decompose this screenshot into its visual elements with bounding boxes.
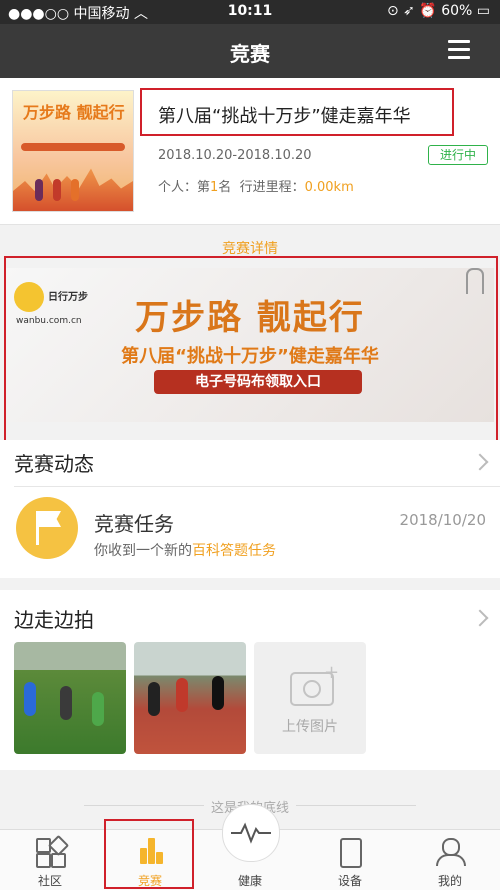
- person-figure: [92, 692, 104, 726]
- task-title[interactable]: 竞赛任务: [94, 508, 174, 537]
- event-stats: 个人：第1名 行进里程：0.00km: [158, 176, 354, 195]
- rank-suffix: 名: [218, 180, 232, 195]
- runner-figure: [35, 179, 43, 201]
- page-title: 竞赛: [230, 42, 270, 66]
- tab-label: 我的: [437, 874, 462, 888]
- person-figure: [212, 676, 224, 710]
- person-figure: [24, 682, 36, 716]
- person-figure: [176, 678, 188, 712]
- plus-icon: +: [324, 662, 340, 683]
- battery-percent: 60%: [441, 3, 473, 19]
- task-desc-link[interactable]: 百科答题任务: [192, 543, 276, 559]
- rank-label: 个人：第: [158, 180, 211, 195]
- event-dates: 2018.10.20-2018.10.20: [158, 148, 312, 163]
- tab-device[interactable]: 设备: [300, 830, 400, 890]
- thumb-title: 万步路 靓起行: [23, 103, 125, 122]
- device-icon: [340, 838, 362, 868]
- heartbeat-icon: [231, 822, 271, 844]
- task-date: 2018/10/20: [399, 511, 486, 529]
- distance-label: 行进里程：: [239, 180, 305, 195]
- highlight-box-tab: [104, 819, 194, 889]
- tab-label: 设备: [337, 874, 362, 888]
- highlight-box-title: [140, 88, 454, 136]
- photo-thumbnail[interactable]: [134, 642, 246, 754]
- user-icon-body: [436, 854, 466, 866]
- community-icon: [36, 834, 70, 868]
- event-thumbnail[interactable]: 万步路 靓起行: [12, 90, 134, 212]
- task-desc-prefix: 你收到一个新的: [94, 543, 192, 559]
- tab-label: 社区: [37, 874, 62, 888]
- status-badge: 进行中: [428, 145, 488, 165]
- tab-me[interactable]: 我的: [400, 830, 500, 890]
- battery-label: ⊙ ➶ ⏰ 60% ▭: [386, 3, 490, 19]
- health-pulse-button[interactable]: [222, 804, 280, 862]
- upload-photo-button[interactable]: + 上传图片: [254, 642, 366, 754]
- runner-figure: [71, 179, 79, 201]
- task-description[interactable]: 你收到一个新的百科答题任务: [94, 540, 276, 560]
- highlight-box-banner: [4, 256, 498, 442]
- nav-bar: 竞赛: [0, 24, 500, 78]
- task-flag-icon: [16, 497, 78, 559]
- distance-value: 0.00km: [304, 180, 354, 195]
- tab-community[interactable]: 社区: [0, 830, 100, 890]
- status-bar: ●●●○○ 中国移动 ︿ 10:11 ⊙ ➶ ⏰ 60% ▭: [0, 0, 500, 24]
- menu-icon[interactable]: [448, 40, 470, 60]
- upload-label: 上传图片: [282, 719, 338, 735]
- photo-thumbnail[interactable]: [14, 642, 126, 754]
- divider: [14, 486, 500, 487]
- thumb-progress-decoration: [21, 143, 125, 151]
- competition-detail-link[interactable]: 竞赛详情: [0, 238, 500, 258]
- person-figure: [148, 682, 160, 716]
- tab-label: 健康: [237, 874, 262, 888]
- runner-figure: [53, 179, 61, 201]
- person-figure: [60, 686, 72, 720]
- photos-title[interactable]: 边走边拍: [14, 604, 94, 633]
- dynamics-title[interactable]: 竞赛动态: [14, 448, 94, 477]
